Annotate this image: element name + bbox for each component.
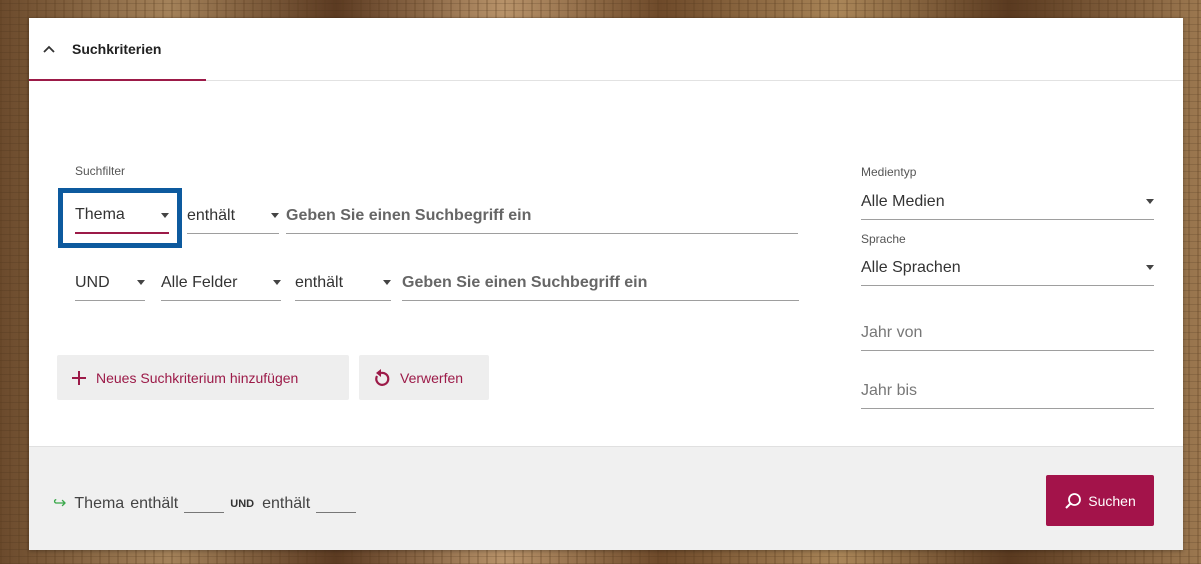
chevron-up-icon xyxy=(43,45,55,53)
card-header: Suchkriterien xyxy=(29,18,1183,81)
undo-icon xyxy=(375,368,390,386)
field-select-2-value: Alle Felder xyxy=(161,273,238,291)
plus-icon xyxy=(72,370,86,385)
reset-button[interactable]: Verwerfen xyxy=(359,355,489,400)
caret-down-icon xyxy=(383,280,391,285)
arrow-right-icon: ↪ xyxy=(53,495,67,512)
reset-label: Verwerfen xyxy=(400,369,464,386)
jahr-bis-placeholder: Jahr bis xyxy=(861,381,918,399)
sprache-value: Alle Sprachen xyxy=(861,258,961,276)
jahr-bis-input[interactable]: Jahr bis xyxy=(861,373,1154,409)
highlight-box xyxy=(58,188,182,248)
caret-down-icon xyxy=(137,280,145,285)
search-icon xyxy=(1065,492,1082,509)
add-criterion-label: Neues Suchkriterium hinzufügen xyxy=(96,369,299,386)
search-button[interactable]: Suchen xyxy=(1046,475,1154,526)
tab-label: Suchkriterien xyxy=(72,40,162,57)
field-select-2[interactable]: Alle Felder xyxy=(161,265,281,301)
summary-blank-1 xyxy=(184,495,225,513)
jahr-von-input[interactable]: Jahr von xyxy=(861,315,1154,351)
search-term-input-1-placeholder: Geben Sie einen Suchbegriff ein xyxy=(286,206,532,224)
caret-down-icon xyxy=(1146,199,1154,204)
summary-blank-2 xyxy=(316,495,357,513)
jahr-von-placeholder: Jahr von xyxy=(861,323,923,341)
search-term-input-2[interactable]: Geben Sie einen Suchbegriff ein xyxy=(402,265,799,301)
operator-select-2[interactable]: enthält xyxy=(295,265,391,301)
medientyp-value: Alle Medien xyxy=(861,192,945,210)
operator-select-1-value: enthält xyxy=(187,206,236,224)
medientyp-label: Medientyp xyxy=(861,165,917,179)
operator-select-1[interactable]: enthält xyxy=(187,198,279,234)
caret-down-icon xyxy=(271,213,279,218)
sprache-select[interactable]: Alle Sprachen xyxy=(861,250,1154,286)
caret-down-icon xyxy=(1146,265,1154,270)
summary-operator-2: enthält xyxy=(262,495,311,512)
suchfilter-label: Suchfilter xyxy=(75,164,126,178)
search-card: Suchkriterien Suchfilter Thema enthält G… xyxy=(29,18,1183,550)
connector-select-2[interactable]: UND xyxy=(75,265,145,301)
summary-operator-1: enthält xyxy=(130,495,179,512)
query-summary: ↪ Thema enthält UND enthält xyxy=(53,493,362,513)
connector-select-2-value: UND xyxy=(75,273,110,291)
tab-suchkriterien[interactable]: Suchkriterien xyxy=(29,18,206,81)
search-button-label: Suchen xyxy=(1088,492,1136,509)
summary-field: Thema xyxy=(74,495,125,512)
add-criterion-button[interactable]: Neues Suchkriterium hinzufügen xyxy=(57,355,349,400)
search-term-input-2-placeholder: Geben Sie einen Suchbegriff ein xyxy=(402,273,648,291)
search-footer: ↪ Thema enthält UND enthält Suchen xyxy=(29,446,1183,550)
caret-down-icon xyxy=(273,280,281,285)
medientyp-select[interactable]: Alle Medien xyxy=(861,184,1154,220)
search-term-input-1[interactable]: Geben Sie einen Suchbegriff ein xyxy=(286,198,798,234)
summary-connector: UND xyxy=(230,498,255,510)
sprache-label: Sprache xyxy=(861,232,906,246)
operator-select-2-value: enthält xyxy=(295,273,344,291)
